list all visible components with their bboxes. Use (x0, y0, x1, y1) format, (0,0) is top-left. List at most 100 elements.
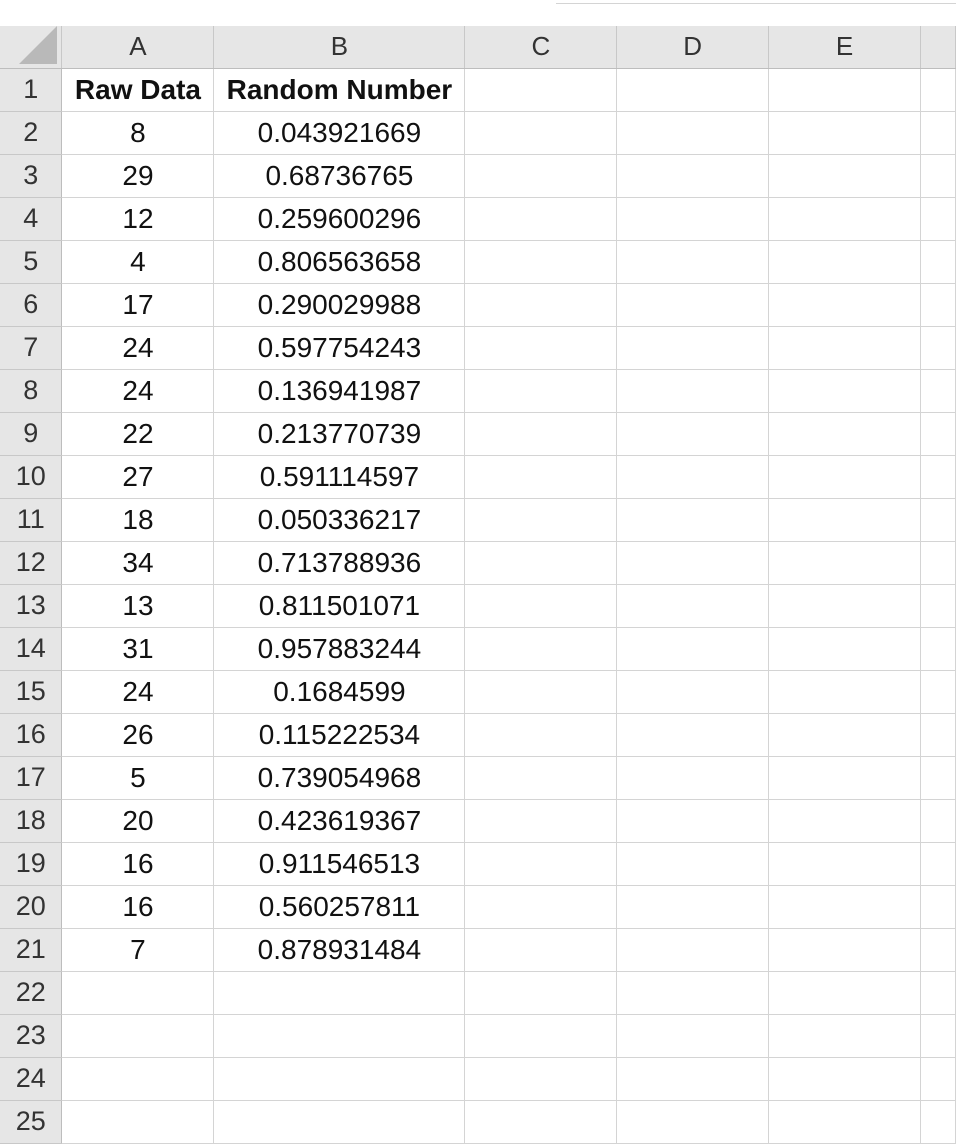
cell-a[interactable] (61, 971, 215, 1015)
cell-e[interactable] (768, 154, 921, 198)
cell-f[interactable] (920, 154, 956, 198)
cell-a[interactable]: 26 (61, 713, 215, 757)
cell-f[interactable] (920, 326, 956, 370)
cell-b[interactable]: 0.1684599 (213, 670, 466, 714)
cell-f[interactable] (920, 412, 956, 456)
cell-b[interactable] (213, 971, 466, 1015)
cell-f[interactable] (920, 197, 956, 241)
cell-a[interactable] (61, 1100, 215, 1144)
cell-c[interactable] (464, 283, 618, 327)
cell-c[interactable] (464, 1014, 618, 1058)
cell-d[interactable] (616, 1014, 770, 1058)
row-header[interactable]: 20 (0, 885, 63, 929)
cell-c[interactable] (464, 584, 618, 628)
cell-b[interactable]: 0.739054968 (213, 756, 466, 800)
row-header[interactable]: 22 (0, 971, 63, 1015)
cell-a[interactable] (61, 1057, 215, 1101)
cell-b[interactable]: 0.811501071 (213, 584, 466, 628)
cell-b[interactable]: 0.806563658 (213, 240, 466, 284)
cell-d[interactable] (616, 154, 770, 198)
cell-a[interactable]: 4 (61, 240, 215, 284)
cell-a[interactable]: 17 (61, 283, 215, 327)
cell-d[interactable] (616, 111, 770, 155)
cell-c[interactable] (464, 412, 618, 456)
cell-d[interactable] (616, 885, 770, 929)
cell-b[interactable] (213, 1014, 466, 1058)
cell-e[interactable] (768, 326, 921, 370)
cell-a[interactable]: 22 (61, 412, 215, 456)
cell-b[interactable]: 0.591114597 (213, 455, 466, 499)
row-header[interactable]: 17 (0, 756, 63, 800)
cell-f[interactable] (920, 713, 956, 757)
cell-b[interactable]: 0.560257811 (213, 885, 466, 929)
cell-d[interactable] (616, 713, 770, 757)
row-header[interactable]: 24 (0, 1057, 63, 1101)
cell-f[interactable] (920, 670, 956, 714)
cell-d[interactable] (616, 928, 770, 972)
cell-d[interactable] (616, 627, 770, 671)
cell-e[interactable] (768, 541, 921, 585)
cell-f[interactable] (920, 283, 956, 327)
cell-f[interactable] (920, 627, 956, 671)
cell-b[interactable]: 0.115222534 (213, 713, 466, 757)
cell-a[interactable]: 8 (61, 111, 215, 155)
row-header[interactable]: 1 (0, 68, 63, 112)
cell-e[interactable] (768, 756, 921, 800)
cell-a[interactable]: 12 (61, 197, 215, 241)
cell-c[interactable] (464, 1057, 618, 1101)
row-header[interactable]: 11 (0, 498, 63, 542)
cell-c[interactable] (464, 154, 618, 198)
cell-e[interactable] (768, 412, 921, 456)
row-header[interactable]: 23 (0, 1014, 63, 1058)
column-header-c[interactable]: C (464, 26, 618, 69)
cell-f[interactable] (920, 928, 956, 972)
cell-d[interactable] (616, 799, 770, 843)
cell-f[interactable] (920, 584, 956, 628)
cell-c[interactable] (464, 498, 618, 542)
row-header[interactable]: 5 (0, 240, 63, 284)
cell-f[interactable] (920, 1014, 956, 1058)
cell-e[interactable] (768, 799, 921, 843)
row-header[interactable]: 13 (0, 584, 63, 628)
cell-d[interactable] (616, 670, 770, 714)
cell-e[interactable] (768, 1057, 921, 1101)
row-header[interactable]: 25 (0, 1100, 63, 1144)
cell-e[interactable] (768, 670, 921, 714)
cell-d[interactable] (616, 498, 770, 542)
cell-a[interactable]: 24 (61, 326, 215, 370)
cell-b[interactable]: Random Number (213, 68, 466, 112)
cell-e[interactable] (768, 68, 921, 112)
cell-c[interactable] (464, 541, 618, 585)
cell-d[interactable] (616, 369, 770, 413)
cell-f[interactable] (920, 369, 956, 413)
cell-f[interactable] (920, 111, 956, 155)
row-header[interactable]: 21 (0, 928, 63, 972)
row-header[interactable]: 6 (0, 283, 63, 327)
cell-c[interactable] (464, 455, 618, 499)
cell-a[interactable]: 31 (61, 627, 215, 671)
cell-b[interactable]: 0.213770739 (213, 412, 466, 456)
column-header-d[interactable]: D (616, 26, 770, 69)
cell-f[interactable] (920, 240, 956, 284)
row-header[interactable]: 8 (0, 369, 63, 413)
cell-a[interactable]: 24 (61, 670, 215, 714)
cell-c[interactable] (464, 756, 618, 800)
cell-a[interactable]: 5 (61, 756, 215, 800)
cell-f[interactable] (920, 971, 956, 1015)
cell-d[interactable] (616, 756, 770, 800)
cell-c[interactable] (464, 627, 618, 671)
cell-d[interactable] (616, 197, 770, 241)
cell-f[interactable] (920, 885, 956, 929)
column-header-f[interactable] (920, 26, 956, 69)
cell-e[interactable] (768, 283, 921, 327)
cell-a[interactable]: 29 (61, 154, 215, 198)
cell-b[interactable]: 0.597754243 (213, 326, 466, 370)
row-header[interactable]: 10 (0, 455, 63, 499)
cell-a[interactable]: 13 (61, 584, 215, 628)
cell-a[interactable]: 16 (61, 842, 215, 886)
cell-c[interactable] (464, 842, 618, 886)
cell-a[interactable]: 7 (61, 928, 215, 972)
cell-a[interactable]: 34 (61, 541, 215, 585)
cell-c[interactable] (464, 197, 618, 241)
cell-b[interactable]: 0.911546513 (213, 842, 466, 886)
